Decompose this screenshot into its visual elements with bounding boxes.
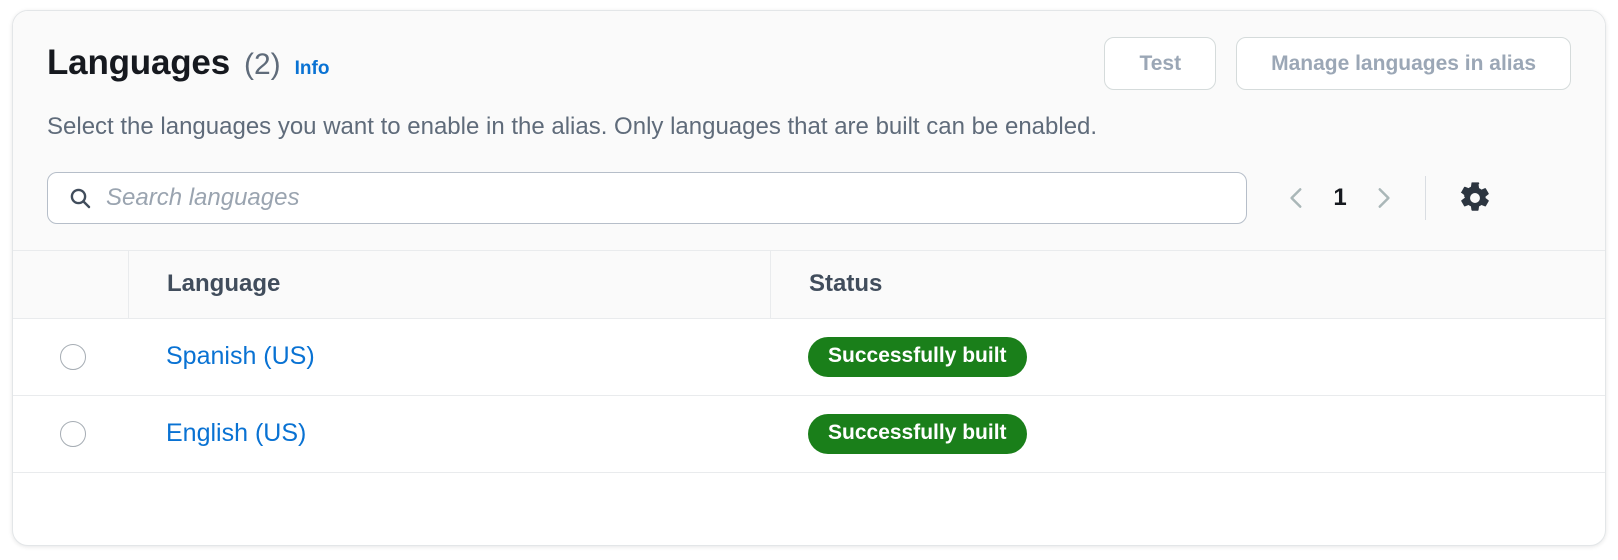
table-row[interactable]: English (US) Successfully built — [13, 395, 1605, 473]
table-header-row: Language Status — [13, 250, 1605, 319]
pagination-next-button[interactable] — [1359, 174, 1407, 222]
row-select-cell — [13, 395, 128, 472]
row-status-cell: Successfully built — [770, 318, 1605, 395]
test-button[interactable]: Test — [1104, 37, 1217, 91]
row-radio-button[interactable] — [60, 343, 86, 370]
row-status-cell: Successfully built — [770, 395, 1605, 472]
manage-languages-in-alias-button[interactable]: Manage languages in alias — [1236, 37, 1571, 91]
language-link[interactable]: Spanish (US) — [128, 342, 315, 371]
column-header-language: Language — [128, 251, 770, 319]
row-language-cell: Spanish (US) — [128, 318, 770, 395]
info-link[interactable]: Info — [295, 59, 330, 78]
column-header-status: Status — [770, 251, 1605, 319]
column-header-status-label: Status — [770, 251, 1605, 318]
header-actions: Test Manage languages in alias — [1104, 37, 1571, 91]
table-row[interactable]: Spanish (US) Successfully built — [13, 318, 1605, 396]
search-box[interactable] — [47, 172, 1247, 225]
search-icon — [70, 188, 91, 209]
panel-header: Languages (2) Info Test Manage languages… — [13, 11, 1605, 251]
row-language-cell: English (US) — [128, 395, 770, 472]
table-preferences-button[interactable] — [1452, 175, 1498, 221]
table-body: Spanish (US) Successfully built English … — [13, 318, 1605, 473]
title-group: Languages (2) Info — [47, 37, 329, 80]
languages-table: Language Status Spanish (US) Successfull… — [13, 250, 1605, 473]
table-toolbar: 1 — [47, 172, 1571, 250]
language-link[interactable]: English (US) — [128, 419, 306, 448]
row-radio-button[interactable] — [60, 420, 86, 447]
gear-icon — [1460, 182, 1489, 211]
page-root: Languages (2) Info Test Manage languages… — [0, 0, 1618, 560]
toolbar-divider — [1425, 176, 1426, 221]
column-header-select — [13, 251, 128, 319]
row-select-cell — [13, 318, 128, 395]
header-top-row: Languages (2) Info Test Manage languages… — [47, 37, 1571, 91]
status-badge: Successfully built — [808, 337, 1027, 377]
table-head: Language Status — [13, 250, 1605, 319]
column-header-language-label: Language — [128, 251, 770, 318]
languages-panel: Languages (2) Info Test Manage languages… — [12, 10, 1606, 546]
chevron-right-icon — [1378, 188, 1390, 209]
pagination-prev-button[interactable] — [1273, 174, 1321, 222]
pagination: 1 — [1273, 174, 1407, 222]
panel-description: Select the languages you want to enable … — [47, 113, 1098, 141]
search-input[interactable] — [48, 173, 1246, 224]
status-badge: Successfully built — [808, 414, 1027, 454]
item-counter: (2) — [243, 48, 281, 81]
pagination-current-page: 1 — [1333, 184, 1347, 212]
page-title: Languages — [47, 43, 230, 82]
chevron-left-icon — [1290, 188, 1302, 209]
